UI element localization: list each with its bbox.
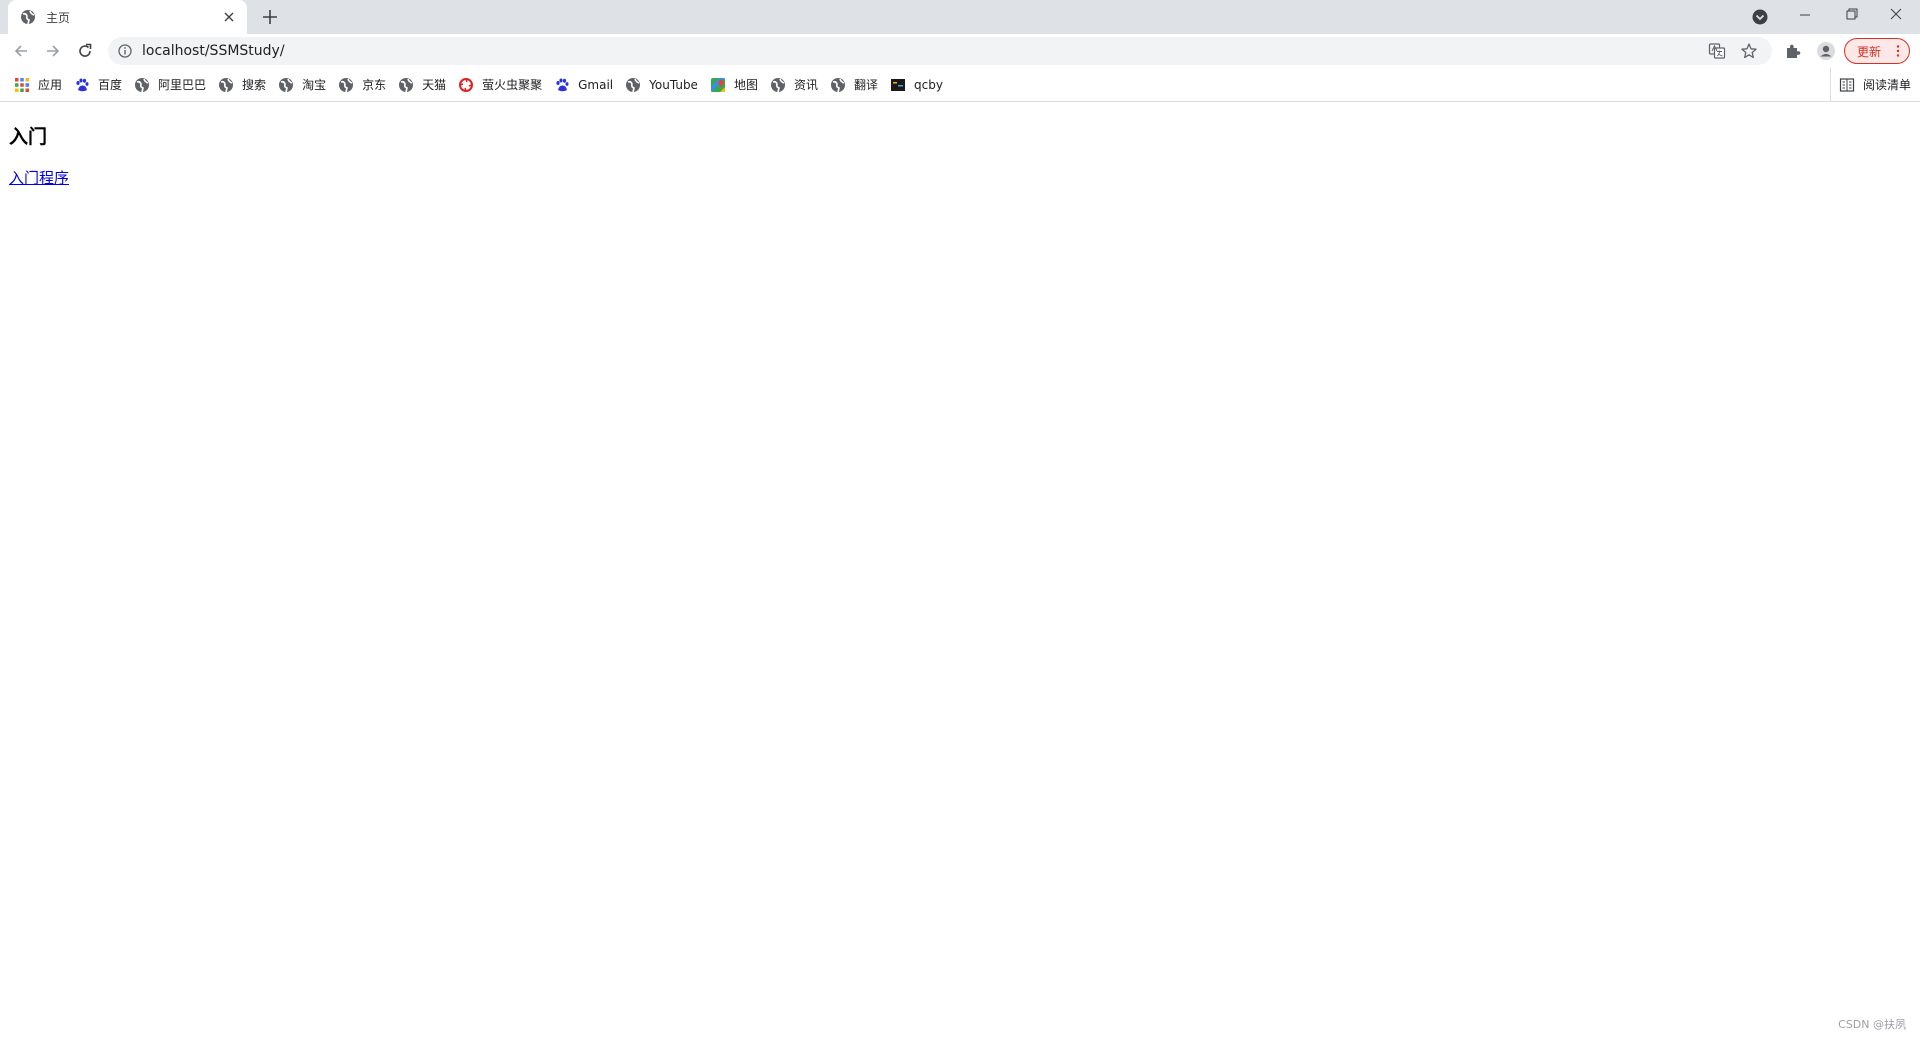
- update-label: 更新: [1857, 44, 1882, 59]
- bookmark-label: 百度: [98, 78, 123, 92]
- reading-list-icon: [1839, 77, 1855, 92]
- globe-icon: [830, 77, 845, 92]
- forward-arrow-icon[interactable]: [44, 42, 62, 60]
- bookmark-label: 翻译: [853, 78, 878, 92]
- apps-grid-icon: [15, 77, 29, 92]
- restore-window-icon[interactable]: [1839, 5, 1863, 25]
- bookmark-search[interactable]: 搜索: [214, 71, 274, 99]
- bookmark-label: YouTube: [649, 77, 698, 92]
- globe-icon: [135, 77, 150, 92]
- bookmark-maps[interactable]: 地图: [706, 71, 766, 99]
- bookmark-firefly[interactable]: 萤火虫聚聚: [454, 71, 550, 99]
- bookmark-translate[interactable]: 翻译: [826, 71, 886, 99]
- baidu-paw-icon: [76, 78, 89, 91]
- reading-list-button[interactable]: 阅读清单: [1830, 68, 1911, 101]
- close-icon[interactable]: [221, 9, 237, 25]
- bookmark-star-icon[interactable]: [1740, 42, 1758, 60]
- watermark: CSDN @扶夙: [1838, 1018, 1906, 1031]
- minimize-icon[interactable]: [1793, 5, 1817, 25]
- page-viewport: 入门 入门程序 CSDN @扶夙: [0, 102, 1920, 1040]
- bookmark-label: 萤火虫聚聚: [482, 78, 543, 92]
- reload-icon[interactable]: [76, 42, 94, 60]
- bookmark-apps[interactable]: 应用: [10, 71, 70, 99]
- bookmark-label: 搜索: [242, 78, 267, 92]
- site-info-icon[interactable]: [118, 44, 132, 58]
- bookmark-qcby[interactable]: qcby: [886, 71, 951, 99]
- bookmarks-bar: 应用 百度 阿里巴巴 搜索 淘宝 京东 天猫 萤火虫聚聚 Gmail YouTu…: [0, 68, 1920, 102]
- bookmark-baidu[interactable]: 百度: [70, 71, 130, 99]
- back-arrow-icon[interactable]: [12, 42, 30, 60]
- bookmark-label: 应用: [38, 78, 63, 92]
- bookmark-label: Gmail: [578, 77, 614, 92]
- translate-icon[interactable]: [1708, 42, 1726, 60]
- bookmark-label: 淘宝: [302, 78, 327, 92]
- globe-icon: [339, 77, 354, 92]
- bookmark-gmail[interactable]: Gmail: [550, 71, 621, 99]
- globe-icon: [770, 77, 785, 92]
- bookmark-news[interactable]: 资讯: [766, 71, 826, 99]
- url-text[interactable]: localhost/SSMStudy/: [142, 37, 285, 65]
- bookmark-label: 京东: [362, 78, 387, 92]
- page-heading: 入门: [9, 126, 48, 148]
- baidu-paw-icon: [556, 78, 569, 91]
- tab-search-icon[interactable]: [1751, 8, 1769, 26]
- new-tab-plus-icon[interactable]: [260, 7, 280, 27]
- bookmark-jd[interactable]: 京东: [334, 71, 394, 99]
- maps-icon: [710, 77, 725, 92]
- tab-strip: 主页: [0, 0, 1920, 34]
- globe-icon: [219, 77, 234, 92]
- kebab-menu-icon: [1896, 45, 1900, 57]
- globe-icon: [626, 77, 641, 92]
- intro-program-link[interactable]: 入门程序: [9, 167, 69, 188]
- extensions-puzzle-icon[interactable]: [1784, 42, 1802, 60]
- globe-icon: [21, 10, 35, 25]
- bookmark-label: 天猫: [422, 78, 447, 92]
- profile-avatar-icon[interactable]: [1816, 41, 1836, 61]
- bookmark-tmall[interactable]: 天猫: [394, 71, 454, 99]
- reading-list-label: 阅读清单: [1863, 78, 1912, 92]
- update-button[interactable]: 更新: [1844, 38, 1910, 64]
- globe-icon: [279, 77, 294, 92]
- qcby-icon: [890, 78, 905, 91]
- globe-icon: [399, 77, 414, 92]
- huawei-flower-icon: [459, 77, 474, 92]
- bookmark-label: 地图: [733, 78, 758, 92]
- browser-tab-home[interactable]: 主页: [8, 0, 247, 34]
- bookmark-alibaba[interactable]: 阿里巴巴: [130, 71, 214, 99]
- bookmark-label: qcby: [913, 77, 943, 92]
- tab-title: 主页: [46, 10, 71, 25]
- window-close-icon[interactable]: [1884, 5, 1908, 25]
- bookmark-taobao[interactable]: 淘宝: [274, 71, 334, 99]
- browser-toolbar: localhost/SSMStudy/ 更新: [0, 34, 1920, 68]
- bookmark-youtube[interactable]: YouTube: [621, 71, 706, 99]
- bookmark-label: 资讯: [793, 78, 818, 92]
- bookmark-list: 应用 百度 阿里巴巴 搜索 淘宝 京东 天猫 萤火虫聚聚 Gmail YouTu…: [10, 68, 951, 101]
- address-bar[interactable]: localhost/SSMStudy/: [108, 37, 1772, 65]
- bookmark-label: 阿里巴巴: [158, 78, 207, 92]
